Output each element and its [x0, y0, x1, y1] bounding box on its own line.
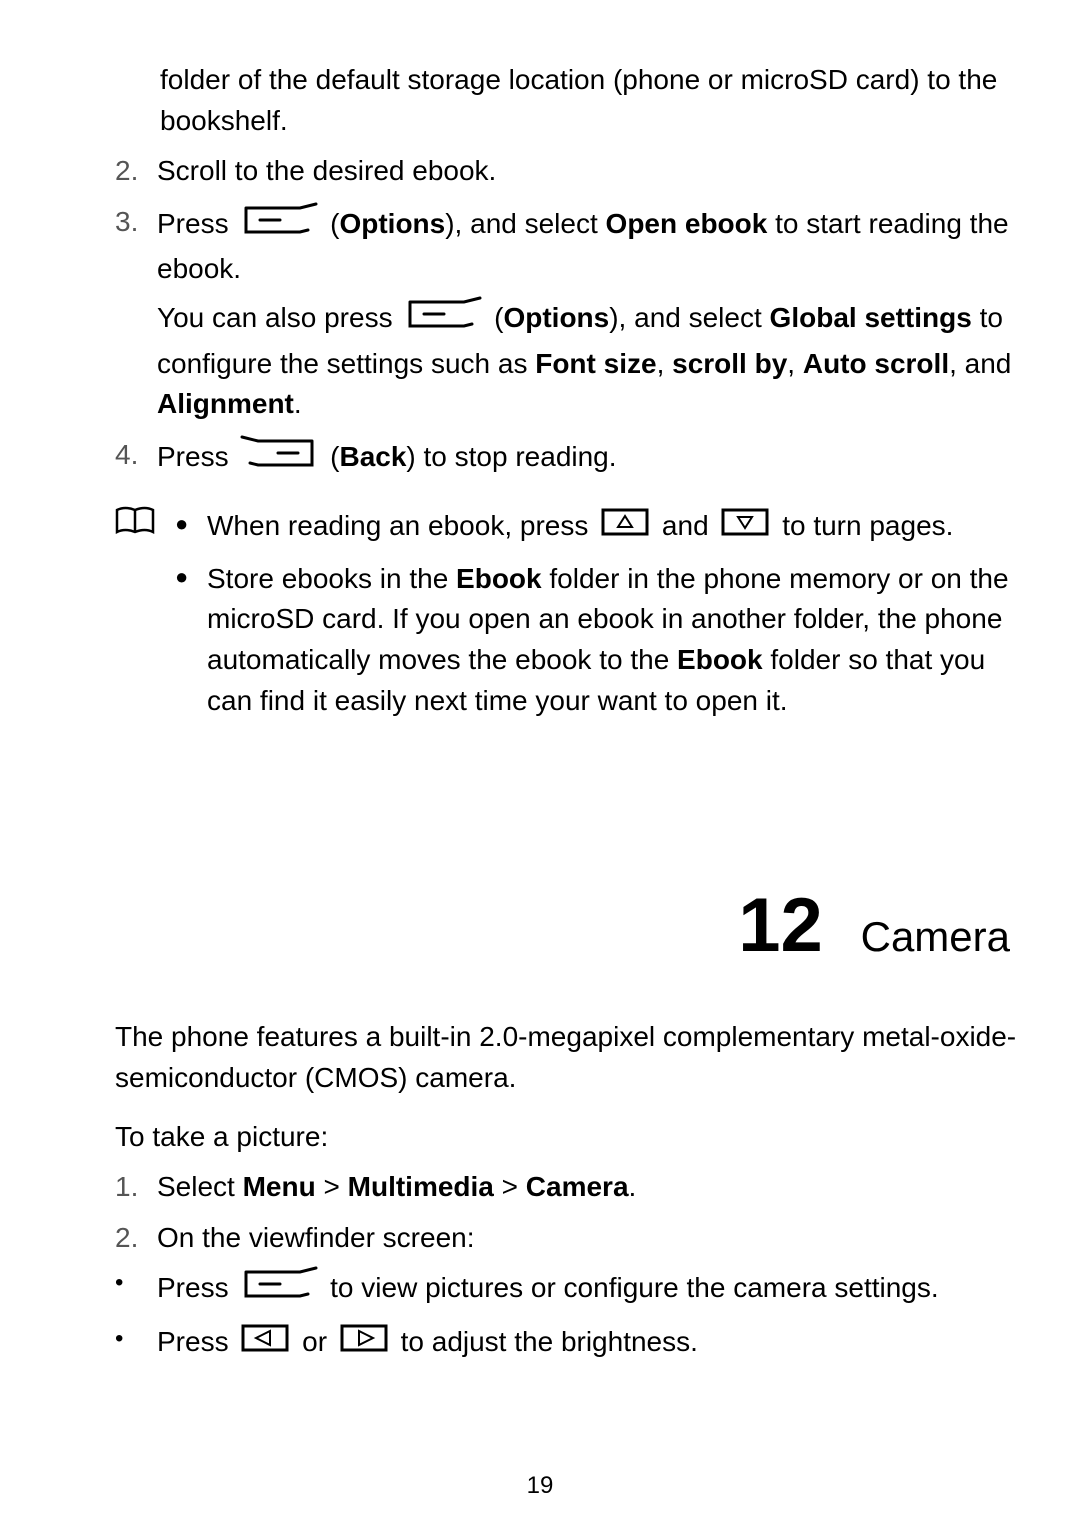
book-icon	[115, 511, 155, 542]
right-softkey-icon	[240, 435, 318, 483]
step-3-sub: You can also press (Options), and select…	[157, 296, 1020, 425]
camera-step-2: 2. On the viewfinder screen:	[115, 1218, 1020, 1259]
multimedia-label: Multimedia	[348, 1171, 494, 1202]
chapter-heading: 12 Camera	[60, 871, 1020, 981]
menu-label: Menu	[243, 1171, 316, 1202]
options-label: Options	[339, 208, 445, 239]
step-text: Press (Options), and select Open ebook t…	[157, 202, 1020, 290]
ebook-folder-label: Ebook	[677, 644, 763, 675]
camera-bullet-1: • Press to view pictures or configure th…	[115, 1266, 1020, 1314]
options-label: Options	[503, 302, 609, 333]
camera-bullet-2: • Press or to adjust the brightness.	[115, 1322, 1020, 1364]
note-bullet-1: ● When reading an ebook, press and	[175, 506, 1020, 548]
back-label: Back	[339, 441, 406, 472]
bullet-dot: ●	[175, 559, 207, 721]
camera-label: Camera	[526, 1171, 629, 1202]
step-text: Press (Back) to stop reading.	[157, 435, 1020, 483]
camera-intro: The phone features a built-in 2.0-megapi…	[115, 1017, 1020, 1098]
step-text: Scroll to the desired ebook.	[157, 151, 1020, 192]
step-3: 3. Press (Options), and select Open eboo…	[115, 202, 1020, 290]
global-settings-label: Global settings	[770, 302, 972, 333]
bullet-dot: •	[115, 1266, 157, 1314]
left-softkey-icon	[240, 1266, 318, 1314]
step-2: 2. Scroll to the desired ebook.	[115, 151, 1020, 192]
chapter-number: 12	[738, 871, 823, 981]
manual-page: folder of the default storage location (…	[0, 0, 1080, 1532]
note-bullet-2: ● Store ebooks in the Ebook folder in th…	[175, 559, 1020, 721]
bullet-dot: ●	[175, 506, 207, 548]
camera-take-picture: To take a picture:	[115, 1117, 1020, 1158]
step-number: 3.	[115, 202, 157, 290]
left-softkey-icon	[240, 202, 318, 250]
step-number: 2.	[115, 151, 157, 192]
left-softkey-icon	[404, 296, 482, 344]
font-size-label: Font size	[535, 348, 656, 379]
step-number: 4.	[115, 435, 157, 483]
ebook-folder-label: Ebook	[456, 563, 542, 594]
step-text: On the viewfinder screen:	[157, 1218, 1020, 1259]
scroll-by-label: scroll by	[672, 348, 787, 379]
chapter-title: Camera	[861, 907, 1010, 968]
step-text: Select Menu > Multimedia > Camera.	[157, 1167, 1020, 1208]
auto-scroll-label: Auto scroll	[803, 348, 949, 379]
step-number: 1.	[115, 1167, 157, 1208]
up-key-icon	[600, 507, 650, 549]
bullet-dot: •	[115, 1322, 157, 1364]
alignment-label: Alignment	[157, 388, 294, 419]
continued-step-text: folder of the default storage location (…	[160, 60, 1020, 141]
camera-step-1: 1. Select Menu > Multimedia > Camera.	[115, 1167, 1020, 1208]
down-key-icon	[720, 507, 770, 549]
step-number: 2.	[115, 1218, 157, 1259]
left-key-icon	[240, 1323, 290, 1365]
step-4: 4. Press (Back) to stop reading.	[115, 435, 1020, 483]
note-block: ● When reading an ebook, press and	[115, 506, 1020, 731]
right-key-icon	[339, 1323, 389, 1365]
open-ebook-label: Open ebook	[606, 208, 768, 239]
page-number: 19	[0, 1469, 1080, 1504]
